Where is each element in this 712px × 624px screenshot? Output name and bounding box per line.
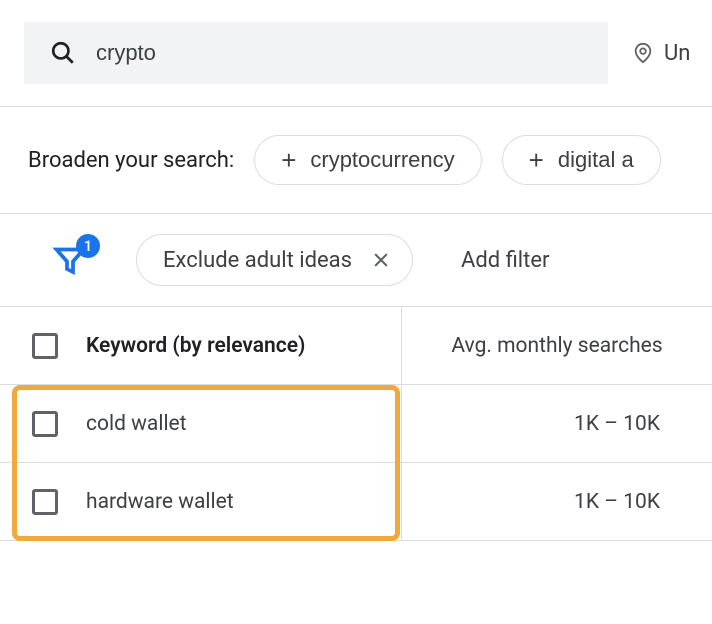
broaden-chip-cryptocurrency[interactable]: + cryptocurrency: [254, 135, 481, 185]
cell-searches: 1K – 10K: [402, 385, 712, 462]
search-input[interactable]: [96, 40, 582, 66]
results-table: Keyword (by relevance) Avg. monthly sear…: [0, 306, 712, 541]
table-header: Keyword (by relevance) Avg. monthly sear…: [0, 307, 712, 385]
filter-count-badge: 1: [76, 234, 100, 258]
location-pin-icon: [632, 39, 654, 67]
column-header-keyword[interactable]: Keyword (by relevance): [0, 307, 402, 384]
column-header-searches[interactable]: Avg. monthly searches: [402, 307, 712, 384]
chip-label: cryptocurrency: [310, 147, 454, 173]
cell-keyword: hardware wallet: [0, 463, 402, 540]
close-icon[interactable]: [368, 247, 394, 273]
cell-searches: 1K – 10K: [402, 463, 712, 540]
keyword-text: hardware wallet: [86, 490, 234, 514]
select-all-checkbox[interactable]: [32, 333, 58, 359]
table-row[interactable]: hardware wallet 1K – 10K: [0, 463, 712, 541]
broaden-chip-digital[interactable]: + digital a: [502, 135, 661, 185]
header-searches-label: Avg. monthly searches: [451, 334, 662, 358]
plus-icon: +: [281, 147, 296, 173]
cell-keyword: cold wallet: [0, 385, 402, 462]
broaden-label: Broaden your search:: [28, 148, 234, 173]
searches-text: 1K – 10K: [574, 412, 660, 436]
location-selector[interactable]: Un: [632, 39, 690, 67]
header-keyword-label: Keyword (by relevance): [86, 334, 305, 358]
broaden-row: Broaden your search: + cryptocurrency + …: [0, 107, 712, 213]
keyword-text: cold wallet: [86, 412, 187, 436]
table-row[interactable]: cold wallet 1K – 10K: [0, 385, 712, 463]
filter-row: 1 Exclude adult ideas Add filter: [0, 214, 712, 306]
table-body: cold wallet 1K – 10K hardware wallet 1K …: [0, 385, 712, 541]
chip-label: digital a: [558, 147, 634, 173]
add-filter-button[interactable]: Add filter: [461, 248, 549, 273]
search-row: Un: [0, 0, 712, 106]
active-filter-chip[interactable]: Exclude adult ideas: [136, 234, 413, 286]
searches-text: 1K – 10K: [574, 490, 660, 514]
search-icon: [50, 40, 76, 66]
filter-chip-label: Exclude adult ideas: [163, 248, 352, 273]
plus-icon: +: [529, 147, 544, 173]
row-checkbox[interactable]: [32, 411, 58, 437]
search-box[interactable]: [24, 22, 608, 84]
location-label: Un: [664, 41, 690, 66]
row-checkbox[interactable]: [32, 489, 58, 515]
filter-button[interactable]: 1: [52, 242, 88, 278]
